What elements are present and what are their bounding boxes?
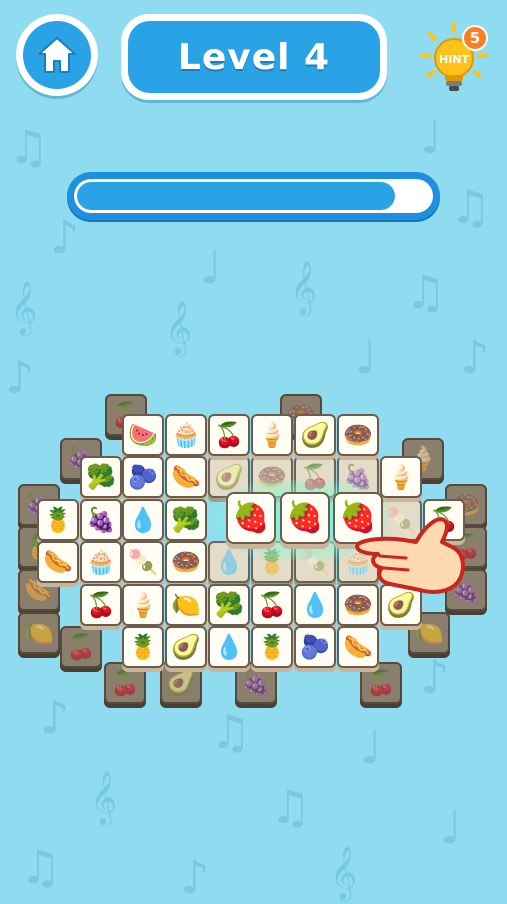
tile-blueberries[interactable]: 🫐 — [294, 626, 336, 668]
ice-cream-icon: 🍦 — [257, 421, 287, 449]
broccoli-icon: 🥦 — [171, 506, 201, 534]
strawberry-icon: 🍓 — [339, 500, 377, 535]
selected-tile-strawberry[interactable]: 🍓 — [333, 492, 383, 544]
hot-dog-icon: 🌭 — [43, 548, 73, 576]
avocado-icon: 🥑 — [171, 633, 201, 661]
hot-dog-icon: 🌭 — [343, 633, 373, 661]
water-drop-icon: 💧 — [214, 633, 244, 661]
tile-cherries[interactable]: 🍒 — [423, 499, 465, 541]
cherries-icon: 🍒 — [429, 506, 459, 534]
tile-avocado: 🥑 — [160, 662, 202, 704]
donut-icon: 🍩 — [343, 591, 373, 619]
tile-grapes: 🍇 — [445, 569, 487, 611]
tile-hot-dog[interactable]: 🌭 — [337, 626, 379, 668]
broccoli-icon: 🥦 — [86, 463, 116, 491]
tile-avocado[interactable]: 🥑 — [165, 626, 207, 668]
avocado-icon: 🥑 — [386, 591, 416, 619]
grapes-icon: 🍇 — [451, 576, 481, 604]
tile-water-drop[interactable]: 💧 — [208, 626, 250, 668]
selected-tile-strawberry[interactable]: 🍓 — [280, 492, 330, 544]
lemon-icon: 🍋 — [24, 619, 54, 647]
lemon-icon: 🍋 — [171, 591, 201, 619]
strawberry-icon: 🍓 — [232, 500, 270, 535]
tile-donut[interactable]: 🍩 — [337, 584, 379, 626]
ice-cream-icon: 🍦 — [386, 463, 416, 491]
tile-cupcake[interactable]: 🧁 — [80, 541, 122, 583]
blueberries-icon: 🫐 — [128, 463, 158, 491]
water-drop-icon: 💧 — [300, 591, 330, 619]
strawberry-icon: 🍓 — [286, 500, 324, 535]
tile-cherries[interactable]: 🍒 — [251, 584, 293, 626]
tile-broccoli[interactable]: 🥦 — [80, 456, 122, 498]
tile-grapes[interactable]: 🍇 — [80, 499, 122, 541]
tile-water-drop[interactable]: 💧 — [294, 584, 336, 626]
cupcake-icon: 🧁 — [171, 421, 201, 449]
blueberries-icon: 🫐 — [300, 633, 330, 661]
ice-pop-icon: 🍡 — [386, 506, 416, 534]
donut-icon: 🍩 — [343, 421, 373, 449]
water-drop-icon: 💧 — [128, 506, 158, 534]
tile-ice-cream[interactable]: 🍦 — [122, 584, 164, 626]
cherries-icon: 🍒 — [66, 633, 96, 661]
tile-blueberries[interactable]: 🫐 — [122, 456, 164, 498]
tile-pineapple[interactable]: 🍍 — [122, 626, 164, 668]
tile-ice-pop[interactable]: 🍡 — [122, 541, 164, 583]
donut-icon: 🍩 — [171, 548, 201, 576]
tile-lemon: 🍋 — [18, 612, 60, 654]
cupcake-icon: 🧁 — [86, 548, 116, 576]
tile-cherries[interactable]: 🍒 — [80, 584, 122, 626]
tile-broccoli[interactable]: 🥦 — [208, 584, 250, 626]
grapes-icon: 🍇 — [241, 669, 271, 697]
broccoli-icon: 🥦 — [214, 591, 244, 619]
tile-pineapple[interactable]: 🍍 — [251, 626, 293, 668]
tile-hot-dog[interactable]: 🌭 — [37, 541, 79, 583]
watermelon-icon: 🍉 — [128, 421, 158, 449]
tile-cherries: 🍒 — [360, 662, 402, 704]
tile-water-drop[interactable]: 💧 — [122, 499, 164, 541]
cherries-icon: 🍒 — [366, 669, 396, 697]
tile-avocado[interactable]: 🥑 — [294, 414, 336, 456]
cherries-icon: 🍒 — [257, 591, 287, 619]
tile-pineapple[interactable]: 🍍 — [37, 499, 79, 541]
tile-hot-dog[interactable]: 🌭 — [165, 456, 207, 498]
tile-cherries: 🍒 — [104, 662, 146, 704]
tile-grapes: 🍇 — [235, 662, 277, 704]
tile-donut[interactable]: 🍩 — [165, 541, 207, 583]
ice-cream-icon: 🍦 — [128, 591, 158, 619]
tile-watermelon[interactable]: 🍉 — [122, 414, 164, 456]
tile-cherries: 🍒 — [60, 626, 102, 668]
cherries-icon: 🍒 — [214, 421, 244, 449]
hot-dog-icon: 🌭 — [171, 463, 201, 491]
tile-broccoli[interactable]: 🥦 — [165, 499, 207, 541]
avocado-icon: 🥑 — [300, 421, 330, 449]
cherries-icon: 🍒 — [86, 591, 116, 619]
tile-cherries[interactable]: 🍒 — [208, 414, 250, 456]
tile-donut[interactable]: 🍩 — [337, 414, 379, 456]
tile-cupcake[interactable]: 🧁 — [165, 414, 207, 456]
pineapple-icon: 🍍 — [257, 633, 287, 661]
cherries-icon: 🍒 — [110, 669, 140, 697]
pineapple-icon: 🍍 — [128, 633, 158, 661]
tile-lemon[interactable]: 🍋 — [165, 584, 207, 626]
ice-pop-icon: 🍡 — [128, 548, 158, 576]
tile-ice-cream[interactable]: 🍦 — [251, 414, 293, 456]
tile-avocado[interactable]: 🥑 — [380, 584, 422, 626]
selected-tile-strawberry[interactable]: 🍓 — [226, 492, 276, 544]
avocado-icon: 🥑 — [166, 669, 196, 697]
grapes-icon: 🍇 — [86, 506, 116, 534]
tile-board: 🍩🍒🍇🍦🍇🍩🍍🍒🌭🍇🍋🍋🍒🍒🍇🥑🍒🥑🍩🍒🍇🍡💧🍍🍡🧁🍉🧁🍒🍦🥑🍩🥦🫐🌭🍦🍍🍇💧🥦… — [0, 0, 507, 900]
pineapple-icon: 🍍 — [43, 506, 73, 534]
